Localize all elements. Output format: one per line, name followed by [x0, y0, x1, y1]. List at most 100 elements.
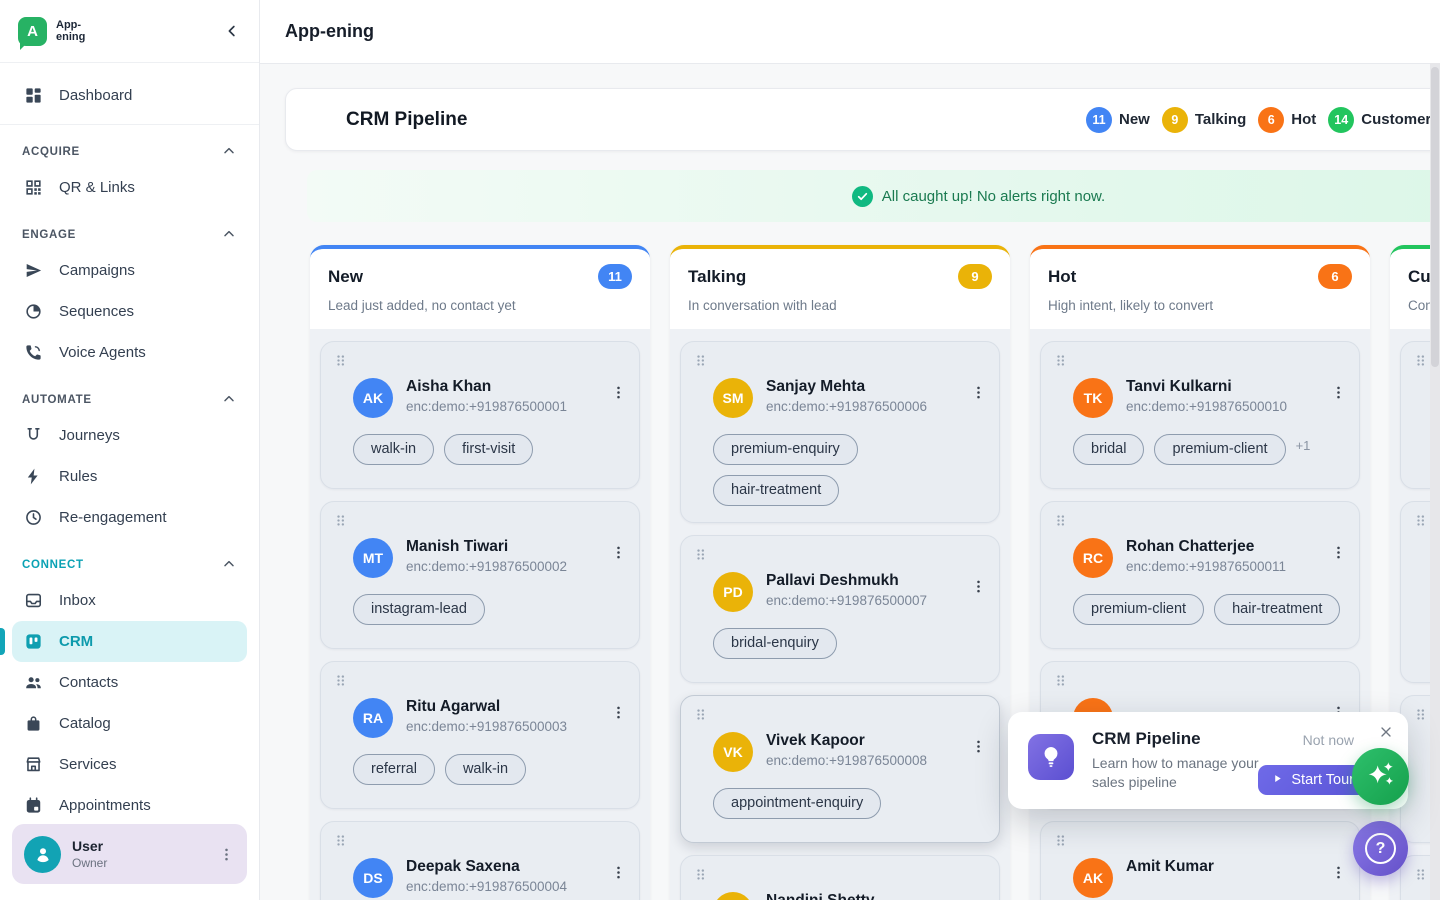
card-menu-button[interactable] — [970, 384, 987, 401]
catalog-icon — [22, 714, 44, 733]
drag-handle[interactable] — [695, 708, 706, 722]
column-new: New11Lead just added, no contact yetAKAi… — [310, 245, 650, 900]
not-now-button[interactable]: Not now — [1303, 732, 1354, 748]
drag-handle[interactable] — [1415, 708, 1426, 722]
help-fab[interactable]: ? — [1353, 821, 1408, 876]
lead-card[interactable]: NSNandini Shetty — [680, 855, 1000, 900]
avatar: VK — [713, 732, 753, 772]
sidebar-item-journeys[interactable]: Journeys — [12, 415, 247, 456]
card-menu-button[interactable] — [610, 384, 627, 401]
tag-chip: premium-enquiry — [713, 434, 858, 465]
sidebar-item-appointments[interactable]: Appointments — [12, 785, 247, 826]
drag-handle[interactable] — [1055, 834, 1066, 848]
tag-list: bridalpremium-client+1 — [1073, 434, 1347, 465]
card-menu-button[interactable] — [610, 704, 627, 721]
lead-card[interactable]: VKVivek Kapoorenc:demo:+919876500008appo… — [680, 695, 1000, 843]
ai-assistant-fab[interactable] — [1352, 748, 1409, 805]
avatar: AK — [353, 378, 393, 418]
tag-chip: walk-in — [445, 754, 526, 785]
close-icon[interactable] — [1378, 724, 1394, 740]
chevron-up-icon[interactable] — [221, 226, 237, 245]
user-menu-button[interactable] — [218, 846, 235, 863]
drag-handle[interactable] — [695, 868, 706, 882]
column-subtitle: Lead just added, no contact yet — [328, 298, 632, 313]
sidebar-item-label: Dashboard — [59, 87, 132, 104]
tag-chip: bridal-enquiry — [713, 628, 837, 659]
card-menu-button[interactable] — [610, 864, 627, 881]
sidebar-item-campaigns[interactable]: Campaigns — [12, 250, 247, 291]
rules-icon — [22, 467, 44, 486]
lead-card[interactable]: MTManish Tiwarienc:demo:+919876500002ins… — [320, 501, 640, 649]
column-title: Talking — [688, 267, 746, 287]
avatar: DS — [353, 858, 393, 898]
app-window: A App- ening DashboardACQUIREQR & LinksE… — [0, 0, 1440, 900]
drag-handle[interactable] — [1415, 868, 1426, 882]
lead-card[interactable]: DSDeepak Saxenaenc:demo:+919876500004 — [320, 821, 640, 900]
card-menu-button[interactable] — [610, 544, 627, 561]
sidebar-item-rules[interactable]: Rules — [12, 456, 247, 497]
tag-chip: hair-treatment — [713, 475, 839, 506]
sidebar-item-services[interactable]: Services — [12, 744, 247, 785]
chevron-up-icon[interactable] — [221, 556, 237, 575]
drag-handle[interactable] — [1055, 514, 1066, 528]
sidebar-item-label: QR & Links — [59, 179, 135, 196]
tag-list: walk-infirst-visit — [353, 434, 627, 465]
tag-list: referralwalk-in — [353, 754, 627, 785]
drag-handle[interactable] — [695, 548, 706, 562]
tour-popup: CRM Pipeline Learn how to manage your sa… — [1008, 712, 1408, 809]
lead-card[interactable]: RCRohan Chatterjeeenc:demo:+919876500011… — [1040, 501, 1360, 649]
card-menu-button[interactable] — [970, 738, 987, 755]
sidebar-item-qr-links[interactable]: QR & Links — [12, 167, 247, 208]
sidebar-item-catalog[interactable]: Catalog — [12, 703, 247, 744]
lead-card[interactable]: PDPallavi Deshmukhenc:demo:+919876500007… — [680, 535, 1000, 683]
lead-name: Sanjay Mehta — [766, 378, 970, 396]
re-engagement-icon — [22, 508, 44, 527]
lead-name: Aisha Khan — [406, 378, 610, 396]
sidebar-item-dashboard[interactable]: Dashboard — [12, 75, 247, 116]
drag-handle[interactable] — [335, 514, 346, 528]
scrollbar-thumb[interactable] — [1431, 67, 1439, 367]
drag-handle[interactable] — [1415, 354, 1426, 368]
avatar: TK — [1073, 378, 1113, 418]
appointments-icon — [22, 796, 44, 815]
drag-handle[interactable] — [1415, 514, 1426, 528]
column-title: Hot — [1048, 267, 1076, 287]
lead-card[interactable]: RARitu Agarwalenc:demo:+919876500003refe… — [320, 661, 640, 809]
inbox-icon — [22, 591, 44, 610]
card-menu-button[interactable] — [970, 578, 987, 595]
avatar: PD — [713, 572, 753, 612]
sidebar-item-label: Contacts — [59, 674, 118, 691]
drag-handle[interactable] — [1055, 674, 1066, 688]
tag-chip: instagram-lead — [353, 594, 485, 625]
drag-handle[interactable] — [1055, 354, 1066, 368]
lead-card[interactable]: SMSanjay Mehtaenc:demo:+919876500006prem… — [680, 341, 1000, 523]
pipeline-title: CRM Pipeline — [346, 109, 467, 131]
sidebar-item-crm[interactable]: CRM — [12, 621, 247, 662]
lead-card[interactable]: AKAisha Khanenc:demo:+919876500001walk-i… — [320, 341, 640, 489]
sidebar-item-sequences[interactable]: Sequences — [12, 291, 247, 332]
collapse-sidebar-button[interactable] — [223, 22, 241, 40]
lead-card[interactable]: AKAmit Kumar — [1040, 821, 1360, 900]
card-menu-button[interactable] — [1330, 384, 1347, 401]
user-card[interactable]: User Owner — [12, 824, 247, 884]
drag-handle[interactable] — [695, 354, 706, 368]
sidebar-item-re-engagement[interactable]: Re-engagement — [12, 497, 247, 538]
chevron-up-icon[interactable] — [221, 391, 237, 410]
drag-handle[interactable] — [335, 674, 346, 688]
card-menu-button[interactable] — [1330, 544, 1347, 561]
vertical-scrollbar[interactable] — [1430, 63, 1440, 900]
chevron-up-icon[interactable] — [221, 143, 237, 162]
sidebar-item-label: Services — [59, 756, 117, 773]
alert-banner: All caught up! No alerts right now. — [307, 170, 1440, 222]
alert-text: All caught up! No alerts right now. — [882, 188, 1105, 205]
sidebar-item-contacts[interactable]: Contacts — [12, 662, 247, 703]
card-menu-button[interactable] — [1330, 864, 1347, 881]
section-connect: CONNECT — [12, 550, 247, 580]
sidebar-item-voice-agents[interactable]: Voice Agents — [12, 332, 247, 373]
lead-phone: enc:demo:+919876500006 — [766, 399, 970, 415]
sidebar-item-inbox[interactable]: Inbox — [12, 580, 247, 621]
lead-card[interactable]: TKTanvi Kulkarnienc:demo:+919876500010br… — [1040, 341, 1360, 489]
drag-handle[interactable] — [335, 834, 346, 848]
drag-handle[interactable] — [335, 354, 346, 368]
stat-count-badge: 6 — [1258, 107, 1284, 133]
